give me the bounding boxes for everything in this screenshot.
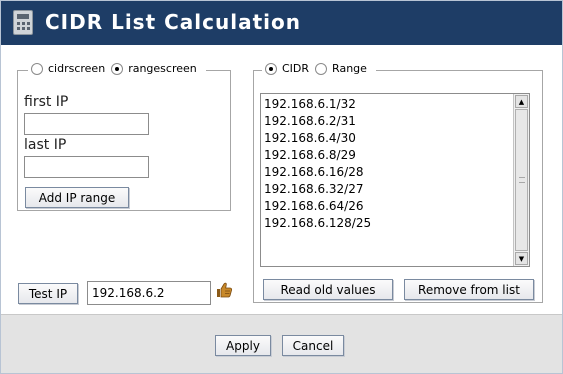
list-scrollbar[interactable]: ▲ ▼ (513, 94, 529, 266)
radio-range[interactable]: Range (315, 62, 367, 75)
view-radio-legend: CIDR Range (262, 62, 376, 75)
remove-from-list-button[interactable]: Remove from list (404, 279, 534, 300)
calculator-icon (13, 10, 33, 35)
radio-rangescreen-circle[interactable] (111, 62, 124, 75)
apply-button[interactable]: Apply (215, 335, 271, 356)
list-item[interactable]: 192.168.6.16/28 (264, 164, 510, 181)
radio-cidr[interactable]: CIDR (265, 62, 309, 75)
radio-range-label: Range (332, 62, 367, 75)
list-item[interactable]: 192.168.6.8/29 (264, 147, 510, 164)
window-title: CIDR List Calculation (45, 10, 301, 34)
dialog-footer: Apply Cancel (1, 314, 562, 373)
last-ip-input[interactable] (24, 156, 149, 178)
mode-group: cidrscreen rangescreen first IP last IP … (17, 62, 231, 211)
scroll-down-arrow-icon[interactable]: ▼ (515, 252, 528, 265)
cidr-listbox[interactable]: 192.168.6.1/32 192.168.6.2/31 192.168.6.… (260, 93, 530, 267)
last-ip-label: last IP (24, 137, 67, 153)
read-old-values-button[interactable]: Read old values (263, 279, 393, 300)
radio-cidr-label: CIDR (282, 62, 310, 75)
cidr-dialog-window: CIDR List Calculation cidrscreen rangesc… (0, 0, 563, 374)
radio-cidrscreen-circle[interactable] (31, 62, 43, 75)
first-ip-label: first IP (24, 94, 69, 110)
list-item[interactable]: 192.168.6.4/30 (264, 130, 510, 147)
radio-cidrscreen-label: cidrscreen (48, 62, 106, 75)
cidr-list-items: 192.168.6.1/32 192.168.6.2/31 192.168.6.… (261, 94, 513, 266)
scroll-up-arrow-icon[interactable]: ▲ (515, 95, 528, 108)
cancel-button[interactable]: Cancel (282, 335, 344, 356)
radio-cidrscreen[interactable]: cidrscreen (31, 62, 105, 75)
list-item[interactable]: 192.168.6.2/31 (264, 113, 510, 130)
test-ip-input[interactable] (87, 281, 211, 305)
list-item[interactable]: 192.168.6.64/26 (264, 198, 510, 215)
radio-rangescreen-label: rangescreen (128, 62, 197, 75)
add-ip-range-button[interactable]: Add IP range (25, 187, 129, 208)
mode-radio-legend: cidrscreen rangescreen (28, 62, 206, 75)
list-item[interactable]: 192.168.6.128/25 (264, 215, 510, 232)
title-bar: CIDR List Calculation (1, 1, 562, 45)
list-item[interactable]: 192.168.6.1/32 (264, 96, 510, 113)
first-ip-input[interactable] (24, 113, 149, 135)
radio-range-circle[interactable] (315, 62, 328, 75)
main-content: cidrscreen rangescreen first IP last IP … (1, 45, 562, 314)
list-item[interactable]: 192.168.6.32/27 (264, 181, 510, 198)
radio-cidr-circle[interactable] (265, 62, 277, 75)
scrollbar-thumb[interactable] (515, 109, 528, 251)
test-ip-button[interactable]: Test IP (18, 283, 78, 304)
radio-rangescreen[interactable]: rangescreen (111, 62, 197, 75)
thumbs-up-icon (217, 282, 233, 298)
